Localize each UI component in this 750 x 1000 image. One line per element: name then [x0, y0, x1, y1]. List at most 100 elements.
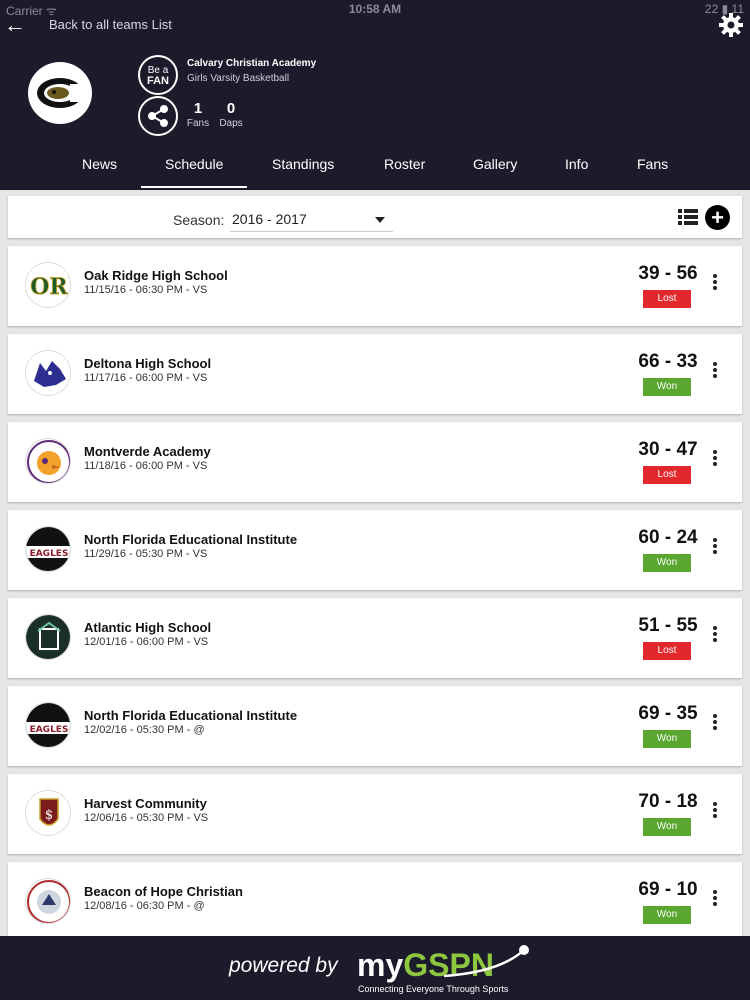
share-button[interactable]	[138, 96, 178, 136]
season-select[interactable]: 2016 - 2017	[230, 206, 393, 232]
oak-ridge-logo-icon: OR	[25, 262, 71, 308]
game-datetime: 12/06/16 - 05:30 PM - VS	[84, 812, 209, 824]
back-to-teams-link[interactable]: Back to all teams List	[49, 17, 172, 32]
fans-count: 1	[193, 100, 203, 117]
game-row[interactable]: Beacon of Hope Christian 12/08/16 - 06:30…	[8, 862, 742, 942]
fans-stat[interactable]: 1 Fans	[186, 100, 210, 129]
opponent-name: Montverde Academy	[84, 444, 211, 459]
daps-label: Daps	[219, 118, 243, 129]
result-badge: Lost	[643, 290, 691, 308]
opponent-name: North Florida Educational Institute	[84, 532, 298, 547]
game-score: 60 - 24	[638, 527, 698, 548]
eagles-logo-icon: EAGLES	[25, 702, 71, 748]
result-badge: Won	[643, 730, 691, 748]
tab-news[interactable]: News	[82, 156, 117, 172]
opponent-name: North Florida Educational Institute	[84, 708, 298, 723]
more-options-icon[interactable]	[708, 626, 722, 644]
more-options-icon[interactable]	[708, 362, 722, 380]
season-bar: Season: 2016 - 2017 +	[8, 196, 742, 238]
beacon-of-hope-logo-icon	[25, 878, 71, 924]
game-datetime: 12/01/16 - 06:00 PM - VS	[84, 636, 209, 648]
schedule-list: OR Oak Ridge High School 11/15/16 - 06:30 …	[8, 246, 742, 950]
footer: powered by myGSPN Connecting Everyone Th…	[0, 936, 750, 1000]
tagline: Connecting Everyone Through Sports	[358, 984, 509, 994]
more-options-icon[interactable]	[708, 890, 722, 908]
tab-gallery[interactable]: Gallery	[473, 156, 517, 172]
opponent-name: Beacon of Hope Christian	[84, 884, 243, 899]
svg-text:EAGLES: EAGLES	[30, 725, 69, 735]
be-a-fan-button[interactable]: Be a FAN	[138, 55, 178, 95]
opponent-name: Deltona High School	[84, 356, 212, 371]
game-datetime: 11/29/16 - 05:30 PM - VS	[84, 548, 208, 560]
game-datetime: 11/15/16 - 06:30 PM - VS	[84, 284, 208, 296]
more-options-icon[interactable]	[708, 274, 722, 292]
result-badge: Lost	[643, 466, 691, 484]
eagles-logo-icon: EAGLES	[25, 526, 71, 572]
game-datetime: 11/18/16 - 06:00 PM - VS	[84, 460, 208, 472]
game-row[interactable]: EAGLES North Florida Educational Institut…	[8, 686, 742, 766]
more-options-icon[interactable]	[708, 538, 722, 556]
opponent-name: Oak Ridge High School	[84, 268, 228, 283]
result-badge: Won	[643, 378, 691, 396]
game-score: 51 - 55	[638, 615, 698, 636]
result-badge: Won	[643, 818, 691, 836]
result-badge: Won	[643, 906, 691, 924]
game-datetime: 11/17/16 - 06:00 PM - VS	[84, 372, 208, 384]
back-arrow-icon[interactable]: ←	[4, 14, 26, 36]
svg-text:$: $	[45, 808, 53, 823]
game-datetime: 12/08/16 - 06:30 PM - @	[84, 900, 205, 912]
result-badge: Won	[643, 554, 691, 572]
team-logo	[28, 62, 92, 124]
more-options-icon[interactable]	[708, 714, 722, 732]
powered-by-label: powered by	[229, 954, 338, 977]
game-row[interactable]: $ Harvest Community 12/06/16 - 05:30 PM - …	[8, 774, 742, 854]
harvest-shield-logo-icon: $	[25, 790, 71, 836]
montverde-eagle-logo-icon	[25, 438, 71, 484]
game-score: 69 - 10	[638, 879, 698, 900]
tab-roster[interactable]: Roster	[384, 156, 425, 172]
svg-text:OR: OR	[30, 274, 68, 300]
team-subtitle: Girls Varsity Basketball	[187, 73, 290, 84]
game-row[interactable]: Montverde Academy 11/18/16 - 06:00 PM - V…	[8, 422, 742, 502]
atlantic-logo-icon	[25, 614, 71, 660]
opponent-name: Harvest Community	[84, 796, 207, 811]
clock: 10:58 AM	[348, 2, 402, 16]
fan-button-line2: FAN	[147, 75, 169, 87]
season-label: Season:	[173, 212, 225, 228]
game-score: 66 - 33	[638, 351, 698, 372]
more-options-icon[interactable]	[708, 450, 722, 468]
tab-fans[interactable]: Fans	[637, 156, 668, 172]
team-name: Calvary Christian Academy	[187, 58, 317, 69]
daps-stat[interactable]: 0 Daps	[218, 100, 244, 129]
caret-down-icon	[375, 217, 385, 223]
share-icon	[148, 105, 168, 127]
game-datetime: 12/02/16 - 05:30 PM - @	[84, 724, 205, 736]
result-badge: Lost	[643, 642, 691, 660]
tab-bar: News Schedule Standings Roster Gallery I…	[0, 146, 750, 188]
tab-info[interactable]: Info	[565, 156, 588, 172]
list-view-icon[interactable]	[678, 208, 698, 226]
game-row[interactable]: Atlantic High School 12/01/16 - 06:00 PM …	[8, 598, 742, 678]
game-score: 70 - 18	[638, 791, 698, 812]
game-score: 30 - 47	[638, 439, 698, 460]
opponent-name: Atlantic High School	[84, 620, 212, 635]
daps-count: 0	[226, 100, 236, 117]
game-row[interactable]: Deltona High School 11/17/16 - 06:00 PM -…	[8, 334, 742, 414]
tab-schedule[interactable]: Schedule	[140, 156, 248, 188]
gear-icon[interactable]	[718, 12, 744, 38]
panther-logo-icon	[37, 78, 84, 108]
game-row[interactable]: EAGLES North Florida Educational Institut…	[8, 510, 742, 590]
game-score: 69 - 35	[638, 703, 698, 724]
svg-text:EAGLES: EAGLES	[30, 549, 69, 559]
deltona-wolf-logo-icon	[25, 350, 71, 396]
game-score: 39 - 56	[638, 263, 698, 284]
brand-prefix: my	[357, 947, 404, 983]
add-game-icon[interactable]: +	[705, 205, 730, 230]
tab-standings[interactable]: Standings	[272, 156, 334, 172]
game-row[interactable]: OR Oak Ridge High School 11/15/16 - 06:30 …	[8, 246, 742, 326]
swoosh-icon	[443, 945, 529, 978]
more-options-icon[interactable]	[708, 802, 722, 820]
fans-label: Fans	[186, 118, 210, 129]
season-value: 2016 - 2017	[232, 211, 307, 227]
team-header: Carrier ᯤ 10:58 AM 22 ▮ 11 ← Back to all…	[0, 0, 750, 190]
